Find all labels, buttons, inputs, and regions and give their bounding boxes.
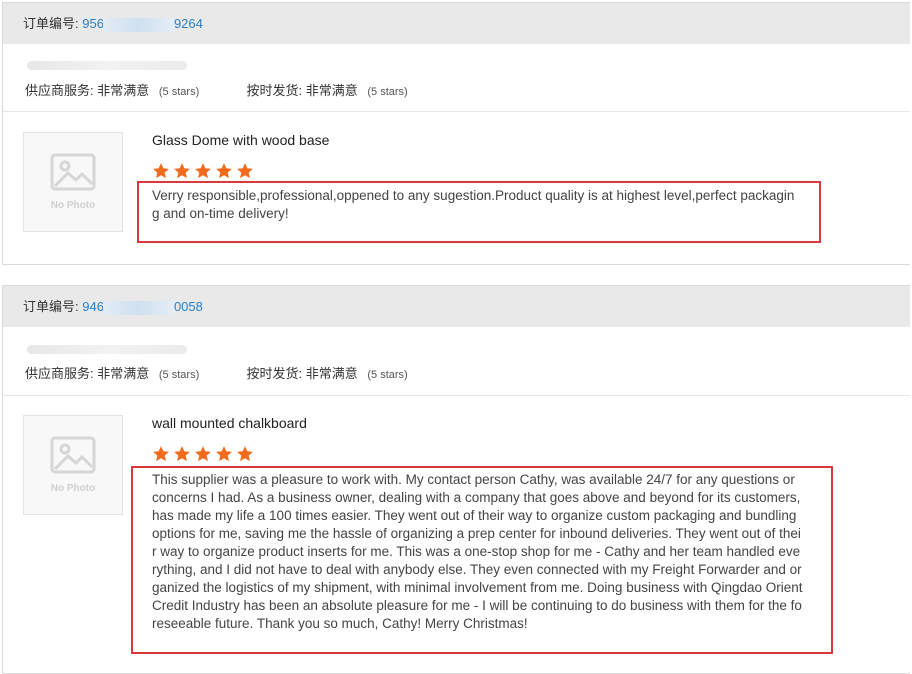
star-icon: [216, 446, 232, 462]
star-icon: [195, 163, 211, 179]
service-label: 供应商服务:: [25, 366, 94, 381]
service-stars: (5 stars): [158, 86, 200, 98]
order-number-label: 订单编号:: [23, 16, 79, 31]
service-value: 非常满意: [97, 83, 150, 98]
star-icon: [195, 446, 211, 462]
redaction-mask: [102, 300, 175, 315]
service-label: 供应商服务:: [25, 83, 94, 98]
image-placeholder-icon: [50, 436, 96, 474]
star-icon: [174, 163, 190, 179]
seller-ratings: 供应商服务: 非常满意 (5 stars) 按时发货: 非常满意 (5 star…: [25, 80, 408, 99]
star-icon: [153, 446, 169, 462]
star-icon: [237, 446, 253, 462]
shipping-stars: (5 stars): [367, 369, 408, 381]
shipping-value: 非常满意: [305, 83, 358, 98]
highlight-box: [137, 181, 821, 243]
rating-stars: [152, 445, 254, 463]
product-title[interactable]: wall mounted chalkboard: [152, 415, 307, 431]
product-thumbnail[interactable]: No Photo: [23, 415, 123, 515]
shipping-label: 按时发货:: [246, 83, 303, 98]
seller-ratings: 供应商服务: 非常满意 (5 stars) 按时发货: 非常满意 (5 star…: [25, 363, 408, 382]
blurred-buyer-info: [27, 345, 187, 354]
order-number-link[interactable]: 956 9264: [82, 16, 203, 32]
blurred-buyer-info: [27, 61, 187, 70]
service-stars: (5 stars): [158, 369, 200, 381]
divider: [3, 395, 910, 396]
highlight-box: [131, 466, 833, 654]
shipping-value: 非常满意: [305, 366, 358, 381]
shipping-stars: (5 stars): [367, 86, 408, 98]
redaction-mask: [102, 17, 175, 32]
star-icon: [216, 163, 232, 179]
star-icon: [237, 163, 253, 179]
order-number-link[interactable]: 946 0058: [82, 299, 203, 315]
order-header: 订单编号: 956 9264: [3, 3, 910, 44]
shipping-label: 按时发货:: [246, 366, 303, 381]
image-placeholder-icon: [50, 153, 96, 191]
star-icon: [174, 446, 190, 462]
divider: [3, 111, 910, 112]
order-number-label: 订单编号:: [23, 299, 79, 314]
product-title[interactable]: Glass Dome with wood base: [152, 132, 329, 148]
rating-stars: [152, 162, 254, 180]
service-value: 非常满意: [97, 366, 150, 381]
order-header: 订单编号: 946 0058: [3, 286, 910, 327]
product-thumbnail[interactable]: No Photo: [23, 132, 123, 232]
no-photo-text: No Photo: [50, 200, 96, 211]
star-icon: [153, 163, 169, 179]
no-photo-text: No Photo: [50, 483, 96, 494]
